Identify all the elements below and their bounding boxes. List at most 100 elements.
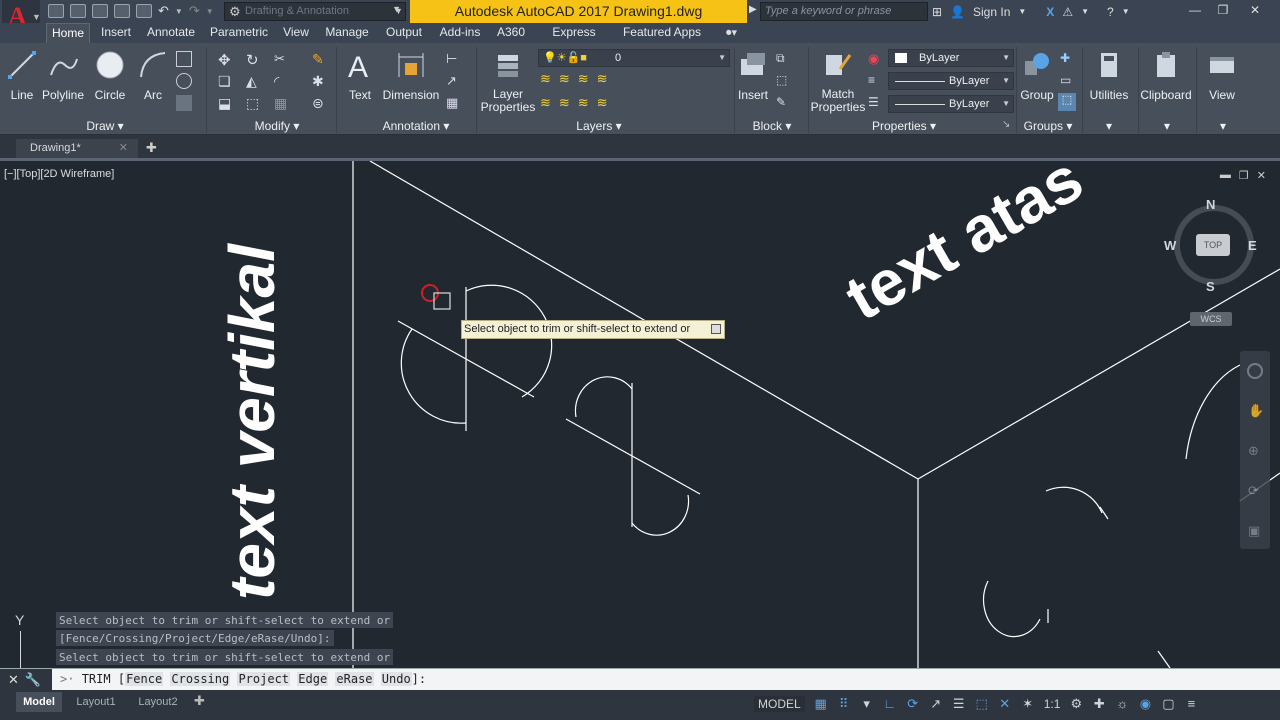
tab-express-tools[interactable]: Express Tools [538, 23, 610, 58]
group-selection-icon[interactable]: ⬚ [1058, 93, 1076, 111]
navigation-bar[interactable]: ✋ ⊕ ⟳ ▣ [1240, 351, 1270, 549]
viewcube-north[interactable]: N [1206, 197, 1215, 212]
full-navigation-wheel-icon[interactable] [1247, 363, 1263, 379]
auto-scale-icon[interactable]: ✶ [1021, 697, 1035, 711]
option-erase[interactable]: eRase [335, 672, 374, 686]
tab-home[interactable]: Home [46, 23, 90, 43]
multileader-icon[interactable]: ↗ [446, 73, 462, 89]
color-dropdown[interactable]: ByLayer ▼ [888, 49, 1014, 67]
option-project[interactable]: Project [237, 672, 291, 686]
sign-in-button[interactable]: Sign In [973, 5, 1010, 19]
undo-icon[interactable]: ↶ [158, 3, 169, 19]
utilities-button[interactable]: Utilities [1084, 49, 1134, 113]
plus-icon[interactable]: ✚ [1092, 697, 1106, 711]
option-undo[interactable]: Undo [380, 672, 412, 686]
properties-launcher-icon[interactable]: ↘ [1002, 119, 1010, 130]
layer-tools-row1[interactable]: ≋≋≋≋ [540, 71, 616, 87]
viewcube-west[interactable]: W [1164, 238, 1176, 253]
ortho-icon[interactable]: ∟ [883, 697, 897, 711]
grid-icon[interactable]: ▦ [814, 697, 828, 711]
trim-icon[interactable]: ✂ [274, 51, 290, 67]
edit-block-icon[interactable]: ⬚ [776, 73, 792, 89]
isolate-objects-icon[interactable]: ☼ [1115, 697, 1129, 711]
viewcube-east[interactable]: E [1248, 238, 1257, 253]
chevron-down-icon[interactable]: ▼ [206, 7, 214, 16]
arc-button[interactable]: Arc [134, 49, 172, 113]
draw-panel-label[interactable]: Draw ▾ [60, 118, 150, 134]
layer-dropdown[interactable]: 💡☀🔓■ 0 ▼ [538, 49, 730, 67]
line-button[interactable]: Line [4, 49, 40, 113]
layout-tab-layout1[interactable]: Layout1 [68, 692, 124, 712]
option-edge[interactable]: Edge [297, 672, 329, 686]
file-tab-drawing1[interactable]: Drawing1* ✕ [16, 139, 138, 158]
close-icon[interactable]: ✕ [8, 672, 19, 688]
viewport-controls-label[interactable]: [−][Top][2D Wireframe] [4, 168, 114, 180]
drawing-canvas[interactable]: text vertikal text atas [−][Top][2D Wire… [0, 142, 1280, 668]
mirror-icon[interactable]: ◭ [246, 73, 262, 89]
viewcube-top-face[interactable]: TOP [1196, 234, 1230, 256]
annotation-visibility-icon[interactable]: ✕ [998, 697, 1012, 711]
customization-icon[interactable]: ≡ [1184, 697, 1198, 711]
chevron-down-icon[interactable]: ▼ [175, 7, 183, 16]
group-edit-icon[interactable]: ▭ [1060, 73, 1076, 89]
table-icon[interactable]: ▦ [446, 95, 462, 111]
viewcube-south[interactable]: S [1206, 279, 1215, 294]
command-line[interactable]: ✕ 🔧 >· TRIM [Fence Crossing Project Edge… [0, 668, 1280, 691]
tab-view[interactable]: View [280, 23, 312, 43]
tab-insert[interactable]: Insert [98, 23, 134, 43]
layout-tab-model[interactable]: Model [16, 692, 62, 712]
chevron-down-icon[interactable]: ▼ [1122, 7, 1130, 16]
a360-icon[interactable]: ⚠ [1062, 5, 1073, 19]
new-tab-button[interactable]: ✚ [146, 140, 157, 156]
lineweight-dropdown[interactable]: ByLayer ▼ [888, 95, 1014, 113]
layer-properties-button[interactable]: Layer Properties [480, 49, 536, 114]
polar-icon[interactable]: ⟳ [906, 697, 920, 711]
view-button[interactable]: View [1200, 49, 1244, 113]
ribbon-options-icon[interactable]: ⏺▾ [726, 26, 737, 40]
layer-tools-row2[interactable]: ≋≋≋≋ [540, 95, 616, 111]
close-icon[interactable]: ✕ [119, 141, 128, 154]
groups-panel-label[interactable]: Groups ▾ [1018, 118, 1078, 134]
wcs-menu[interactable]: WCS [1190, 312, 1232, 326]
ellipse-icon[interactable] [176, 73, 192, 89]
erase-icon[interactable]: ✎ [312, 51, 328, 67]
plot-icon[interactable] [136, 4, 152, 18]
tooltip-options-icon[interactable] [711, 324, 721, 334]
tab-annotate[interactable]: Annotate [144, 23, 198, 43]
block-attributes-icon[interactable]: ✎ [776, 95, 792, 111]
search-input[interactable]: Type a keyword or phrase [760, 2, 928, 21]
layers-panel-label[interactable]: Layers ▾ [554, 118, 644, 134]
exchange-icon[interactable]: X [1046, 5, 1054, 19]
match-properties-button[interactable]: Match Properties [810, 49, 866, 114]
modify-panel-label[interactable]: Modify ▾ [232, 118, 322, 134]
restore-button[interactable]: ❐ [1208, 0, 1238, 23]
osnap-icon[interactable]: ↗ [929, 697, 943, 711]
create-block-icon[interactable]: ⧉ [776, 51, 792, 67]
properties-panel-label[interactable]: Properties ▾ [856, 118, 952, 134]
gear-icon[interactable]: ⚙ [1069, 697, 1083, 711]
leader-icon[interactable]: ⊢ [446, 51, 462, 67]
customize-qat-icon[interactable]: ▼ [394, 2, 406, 21]
linetype-dropdown[interactable]: ByLayer ▼ [888, 72, 1014, 90]
clipboard-expand[interactable]: ▾ [1152, 118, 1182, 134]
dimension-button[interactable]: Dimension [380, 49, 442, 113]
save-icon[interactable] [92, 4, 108, 18]
option-crossing[interactable]: Crossing [170, 672, 231, 686]
redo-icon[interactable]: ↷ [189, 3, 200, 19]
lineweight-toggle-icon[interactable]: ☰ [952, 697, 966, 711]
pan-icon[interactable]: ✋ [1248, 403, 1264, 419]
chevron-down-icon[interactable]: ▼ [1081, 7, 1089, 16]
group-button[interactable]: Group [1018, 49, 1056, 113]
hardware-acceleration-icon[interactable]: ◉ [1138, 697, 1152, 711]
wrench-icon[interactable]: 🔧 [25, 672, 41, 688]
clean-screen-icon[interactable]: ▢ [1161, 697, 1175, 711]
polyline-button[interactable]: Polyline [40, 49, 86, 113]
rotate-icon[interactable]: ↻ [246, 51, 262, 69]
tab-a360[interactable]: A360 [494, 23, 528, 43]
layout-tab-layout2[interactable]: Layout2 [130, 692, 186, 712]
orbit-icon[interactable]: ⟳ [1248, 483, 1262, 499]
option-fence[interactable]: Fence [125, 672, 164, 686]
add-layout-button[interactable]: ✚ [194, 693, 205, 709]
array-icon[interactable]: ▦ [274, 95, 290, 111]
block-panel-label[interactable]: Block ▾ [742, 118, 802, 134]
